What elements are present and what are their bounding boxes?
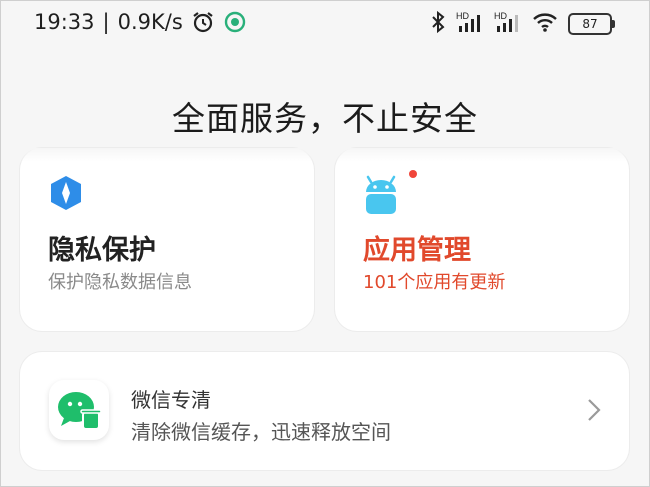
privacy-protection-card[interactable]: 隐私保护 保护隐私数据信息 xyxy=(20,148,314,331)
status-separator: | xyxy=(102,10,110,34)
update-dot xyxy=(409,170,417,178)
app-management-card[interactable]: 应用管理 101个应用有更新 xyxy=(335,148,629,331)
page-title: 全面服务，不止安全 xyxy=(172,99,478,138)
sync-icon xyxy=(223,10,247,34)
alarm-icon xyxy=(191,10,215,34)
signal-icon: HD xyxy=(456,10,484,38)
status-left: 19:33 | 0.9K/s xyxy=(34,10,247,34)
app-card-title: 应用管理 xyxy=(363,235,471,266)
wifi-icon xyxy=(532,10,558,38)
signal-hd-label: HD xyxy=(456,11,469,21)
android-icon xyxy=(362,174,400,220)
bluetooth-icon xyxy=(430,10,446,38)
status-bar: 19:33 | 0.9K/s HD HD 87 xyxy=(0,0,650,46)
wechat-clean-card[interactable]: 微信专清 清除微信缓存，迅速释放空间 xyxy=(20,352,629,470)
signal-hd-label-2: HD xyxy=(494,11,507,21)
app-card-subtitle: 101个应用有更新 xyxy=(363,272,506,293)
status-time: 19:33 xyxy=(34,10,95,34)
status-right: HD HD 87 xyxy=(430,10,615,38)
signal-icon-2: HD xyxy=(494,10,522,38)
shield-icon xyxy=(47,174,85,216)
battery-icon: 87 xyxy=(568,13,615,35)
wechat-clean-icon xyxy=(49,380,109,440)
net-speed: 0.9K/s xyxy=(117,10,183,34)
privacy-card-subtitle: 保护隐私数据信息 xyxy=(48,272,192,293)
wechat-clean-title: 微信专清 xyxy=(131,388,211,412)
scroll-fade xyxy=(0,148,650,162)
chevron-right-icon xyxy=(587,398,601,426)
privacy-card-title: 隐私保护 xyxy=(48,235,156,266)
wechat-clean-subtitle: 清除微信缓存，迅速释放空间 xyxy=(131,420,391,444)
